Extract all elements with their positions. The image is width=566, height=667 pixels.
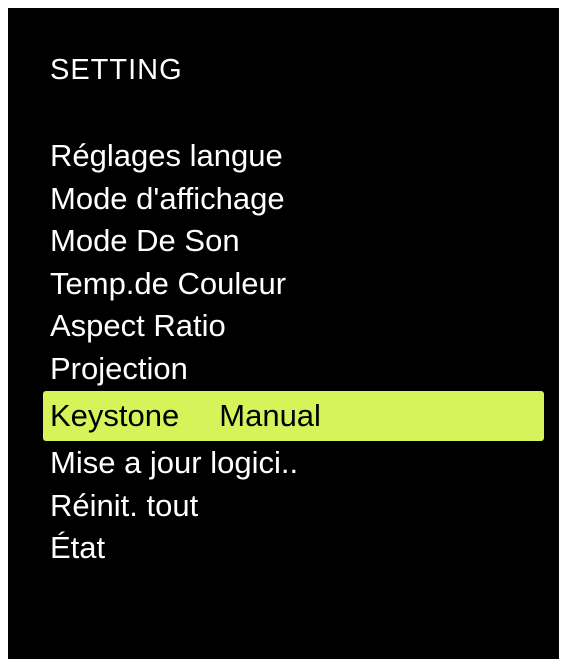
keystone-value: Manual (219, 398, 321, 433)
menu-item-label: Projection (50, 350, 188, 386)
menu-item-label: Aspect Ratio (50, 308, 226, 343)
menu-item-sound-mode[interactable]: Mode De Son (43, 220, 544, 263)
menu-item-label: Mode d'affichage (50, 180, 285, 216)
page-title: SETTING (50, 54, 183, 86)
menu-item-label: Mode De Son (50, 223, 240, 258)
menu-item-keystone[interactable]: Keystone Manual (43, 391, 544, 441)
menu-item-color-temperature[interactable]: Temp.de Couleur (43, 263, 544, 306)
menu-item-projection[interactable]: Projection (43, 348, 544, 391)
menu-item-label: Temp.de Couleur (50, 265, 287, 301)
menu-item-status[interactable]: État (43, 527, 544, 570)
menu-item-software-update[interactable]: Mise a jour logici.. (43, 442, 544, 485)
menu-item-label: Mise a jour logici.. (50, 445, 299, 480)
menu-item-label: Keystone (50, 398, 180, 433)
settings-menu: Réglages langue Mode d'affichage Mode De… (43, 135, 544, 570)
menu-item-label: Réinit. tout (50, 487, 199, 523)
menu-item-aspect-ratio[interactable]: Aspect Ratio (43, 305, 544, 348)
menu-item-reset-all[interactable]: Réinit. tout (43, 485, 544, 528)
menu-item-display-mode[interactable]: Mode d'affichage (43, 178, 544, 221)
menu-item-label: Réglages langue (50, 138, 283, 173)
menu-item-label: État (50, 530, 106, 565)
osd-settings-screen: SETTING Réglages langue Mode d'affichage… (8, 8, 559, 659)
menu-item-language[interactable]: Réglages langue (43, 135, 544, 178)
